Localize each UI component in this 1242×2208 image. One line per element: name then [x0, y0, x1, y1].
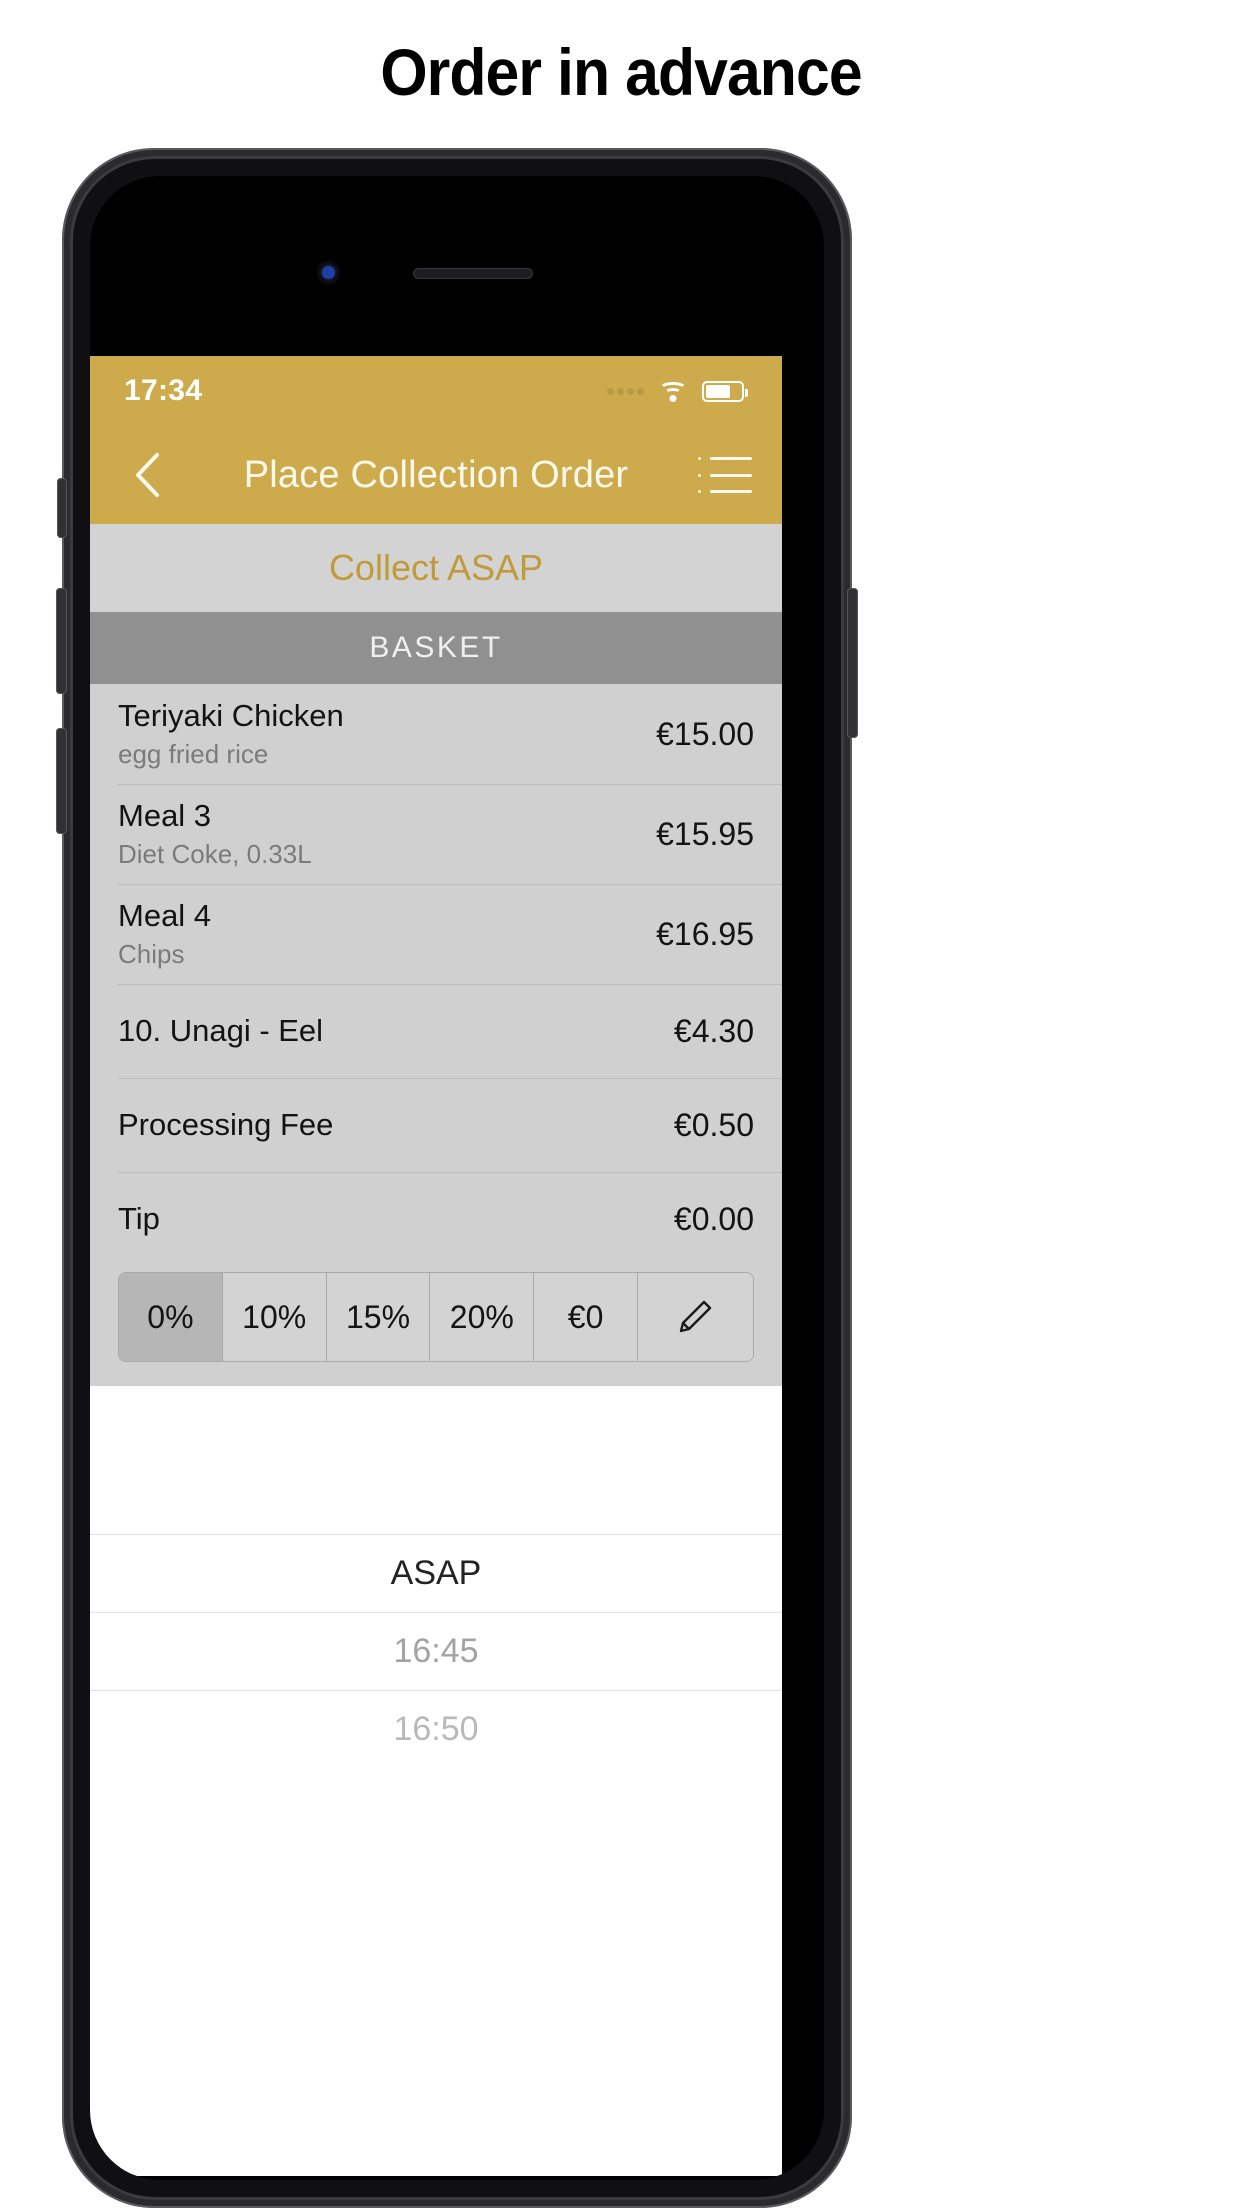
- status-bar-indicators: [607, 380, 748, 402]
- pencil-icon: [680, 1300, 712, 1333]
- table-row[interactable]: Meal 4 Chips €16.95: [90, 884, 782, 984]
- phone-bezel: 17:34 Place Collection Order Collect ASA…: [70, 156, 844, 2200]
- table-row[interactable]: 10. Unagi - Eel €4.30: [90, 984, 782, 1078]
- status-bar: 17:34: [90, 356, 782, 426]
- basket-section-header: BASKET: [90, 612, 782, 684]
- basket-item-price: €4.30: [673, 1012, 754, 1049]
- hamburger-menu-icon[interactable]: [698, 452, 752, 498]
- page-title: Order in advance: [380, 35, 862, 109]
- basket-item-price: €0.50: [673, 1106, 754, 1143]
- volume-up-button[interactable]: [56, 588, 67, 694]
- basket-item-info: Meal 4 Chips: [118, 884, 211, 984]
- basket-item-sub: Chips: [118, 939, 185, 969]
- basket-item-info: Tip: [118, 1187, 160, 1251]
- volume-down-button[interactable]: [56, 728, 67, 834]
- tip-edit-button[interactable]: [637, 1273, 753, 1361]
- basket-item-info: Teriyaki Chicken egg fried rice: [118, 684, 344, 784]
- basket-item-name: Meal 3: [118, 798, 212, 833]
- basket-list: Teriyaki Chicken egg fried rice €15.00 M…: [90, 684, 782, 1386]
- table-row[interactable]: Teriyaki Chicken egg fried rice €15.00: [90, 684, 782, 784]
- picker-row[interactable]: 16:50: [90, 1690, 782, 1768]
- phone-screen: 17:34 Place Collection Order Collect ASA…: [90, 176, 824, 2180]
- phone-device-mockup: 17:34 Place Collection Order Collect ASA…: [56, 148, 858, 2208]
- app-viewport: 17:34 Place Collection Order Collect ASA…: [90, 356, 782, 2176]
- picker-row[interactable]: 16:45: [90, 1612, 782, 1690]
- tip-control-container: 0% 10% 15% 20% €0: [90, 1266, 782, 1386]
- wifi-icon: [658, 380, 688, 402]
- nav-title: Place Collection Order: [243, 453, 629, 496]
- battery-icon: [702, 380, 748, 402]
- basket-item-price: €15.95: [656, 815, 754, 852]
- tip-option-0[interactable]: 0%: [119, 1273, 223, 1361]
- basket-item-price: €0.00: [673, 1200, 754, 1237]
- back-button[interactable]: [120, 448, 174, 502]
- power-button[interactable]: [847, 588, 858, 738]
- basket-item-name: Meal 4: [118, 898, 212, 933]
- front-camera-icon: [317, 261, 340, 284]
- tip-segmented-control[interactable]: 0% 10% 15% 20% €0: [118, 1272, 754, 1362]
- basket-item-info: 10. Unagi - Eel: [118, 999, 323, 1063]
- earpiece-speaker-icon: [413, 268, 533, 279]
- table-row[interactable]: Processing Fee €0.50: [90, 1078, 782, 1172]
- navigation-bar: Place Collection Order: [90, 426, 782, 524]
- collect-asap-button[interactable]: Collect ASAP: [90, 524, 782, 612]
- basket-item-sub: egg fried rice: [118, 739, 269, 769]
- basket-item-info: Processing Fee: [118, 1093, 333, 1157]
- chevron-left-icon: [136, 453, 159, 497]
- tip-option-custom[interactable]: €0: [534, 1273, 638, 1361]
- tip-option-15[interactable]: 15%: [326, 1273, 431, 1361]
- tip-option-10[interactable]: 10%: [222, 1273, 327, 1361]
- signal-dots-icon: [607, 387, 644, 395]
- basket-item-info: Meal 3 Diet Coke, 0.33L: [118, 784, 312, 884]
- status-bar-time: 17:34: [124, 374, 203, 407]
- table-row[interactable]: Meal 3 Diet Coke, 0.33L €15.95: [90, 784, 782, 884]
- basket-item-name: Processing Fee: [118, 1107, 334, 1142]
- picker-row[interactable]: ASAP: [90, 1534, 782, 1612]
- collection-time-picker[interactable]: ASAP 16:45 16:50: [90, 1534, 782, 1768]
- table-row[interactable]: Tip €0.00: [90, 1172, 782, 1266]
- basket-item-name: Tip: [118, 1201, 160, 1236]
- basket-item-price: €16.95: [656, 915, 754, 952]
- silent-switch-button[interactable]: [57, 478, 67, 538]
- basket-item-name: 10. Unagi - Eel: [118, 1013, 324, 1048]
- basket-item-price: €15.00: [656, 715, 754, 752]
- basket-item-sub: Diet Coke, 0.33L: [118, 839, 312, 869]
- tip-option-20[interactable]: 20%: [430, 1273, 535, 1361]
- content-spacer: [90, 1386, 782, 1534]
- basket-item-name: Teriyaki Chicken: [118, 698, 344, 733]
